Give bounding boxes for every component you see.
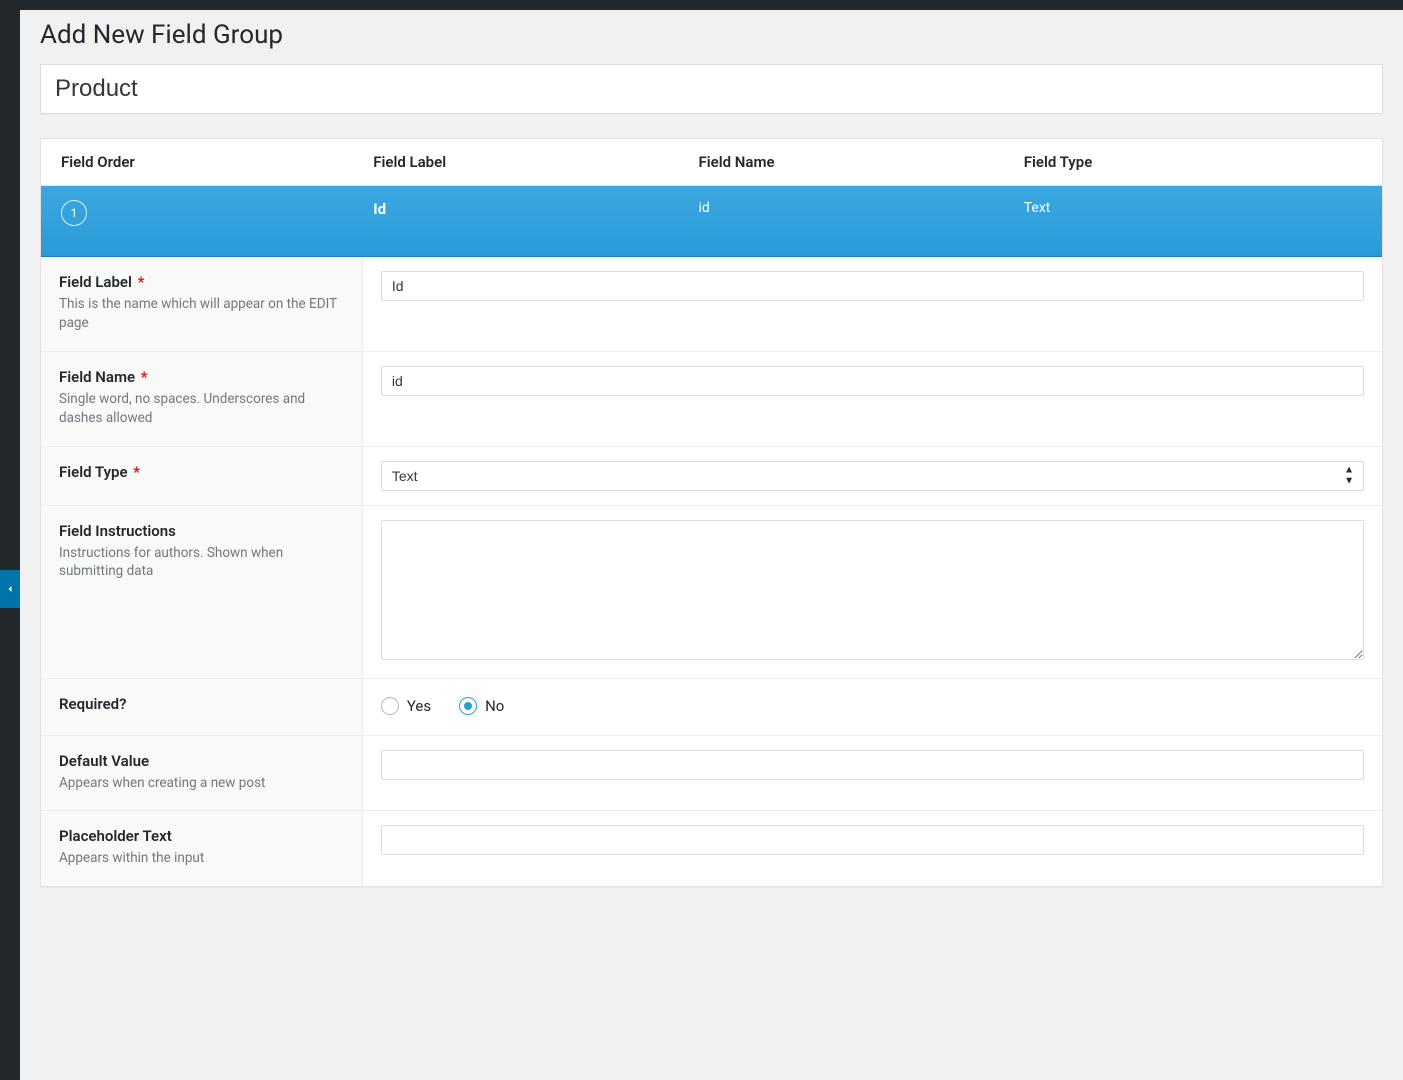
group-title-input[interactable]	[41, 65, 1382, 113]
setting-row-default-value: Default Value Appears when creating a ne…	[41, 735, 1382, 811]
desc-default-value: Appears when creating a new post	[59, 774, 344, 793]
label-instructions: Field Instructions	[59, 522, 344, 540]
th-field-label: Field Label	[373, 153, 698, 171]
setting-row-field-label: Field Label * This is the name which wil…	[41, 257, 1382, 351]
row-order-cell: 1	[61, 200, 373, 226]
label-field-name: Field Name *	[59, 368, 344, 386]
radio-dot-icon	[464, 702, 472, 710]
select-field-type[interactable]: Text	[381, 461, 1364, 491]
textarea-instructions[interactable]	[381, 520, 1364, 660]
required-star-icon: *	[133, 463, 140, 481]
label-text: Field Name	[59, 368, 135, 386]
setting-row-instructions: Field Instructions Instructions for auth…	[41, 505, 1382, 678]
setting-row-placeholder-text: Placeholder Text Appears within the inpu…	[41, 810, 1382, 886]
radio-required-yes[interactable]: Yes	[381, 697, 431, 715]
label-default-value: Default Value	[59, 752, 344, 770]
field-settings: Field Label * This is the name which wil…	[41, 257, 1382, 886]
input-field-name[interactable]	[381, 366, 1364, 396]
label-required: Required?	[59, 695, 344, 713]
label-placeholder-text: Placeholder Text	[59, 827, 344, 845]
fields-table-header: Field Order Field Label Field Name Field…	[41, 139, 1382, 186]
row-type-cell: Text	[1024, 200, 1362, 216]
radio-label: Yes	[407, 697, 431, 715]
field-row[interactable]: 1 Id id Text	[41, 186, 1382, 257]
desc-instructions: Instructions for authors. Shown when sub…	[59, 544, 344, 582]
radio-group-required: Yes No	[381, 693, 1364, 715]
label-text: Field Type	[59, 463, 128, 481]
label-field-label: Field Label *	[59, 273, 344, 291]
radio-icon	[381, 697, 399, 715]
th-field-type: Field Type	[1024, 153, 1362, 171]
fields-table: Field Order Field Label Field Name Field…	[40, 138, 1383, 887]
th-field-order: Field Order	[61, 153, 373, 171]
desc-field-name: Single word, no spaces. Underscores and …	[59, 390, 344, 428]
input-field-label[interactable]	[381, 271, 1364, 301]
desc-field-label: This is the name which will appear on th…	[59, 295, 344, 333]
radio-icon	[459, 697, 477, 715]
input-placeholder-text[interactable]	[381, 825, 1364, 855]
setting-row-required: Required? Yes No	[41, 678, 1382, 735]
order-badge: 1	[61, 200, 87, 226]
row-name-cell: id	[698, 200, 1023, 216]
row-label-cell: Id	[373, 200, 698, 218]
group-title-wrap	[40, 64, 1383, 114]
setting-row-field-name: Field Name * Single word, no spaces. Und…	[41, 351, 1382, 446]
collapse-sidebar-tab[interactable]	[0, 570, 20, 608]
input-default-value[interactable]	[381, 750, 1364, 780]
required-star-icon: *	[141, 368, 148, 386]
th-field-name: Field Name	[698, 153, 1023, 171]
required-star-icon: *	[138, 273, 145, 291]
label-field-type: Field Type *	[59, 463, 344, 481]
radio-label: No	[485, 697, 504, 715]
chevron-left-icon	[4, 583, 16, 595]
setting-row-field-type: Field Type * Text ▲▼	[41, 446, 1382, 505]
radio-required-no[interactable]: No	[459, 697, 504, 715]
desc-placeholder-text: Appears within the input	[59, 849, 344, 868]
page-title: Add New Field Group	[40, 20, 1383, 64]
label-text: Field Label	[59, 273, 132, 291]
